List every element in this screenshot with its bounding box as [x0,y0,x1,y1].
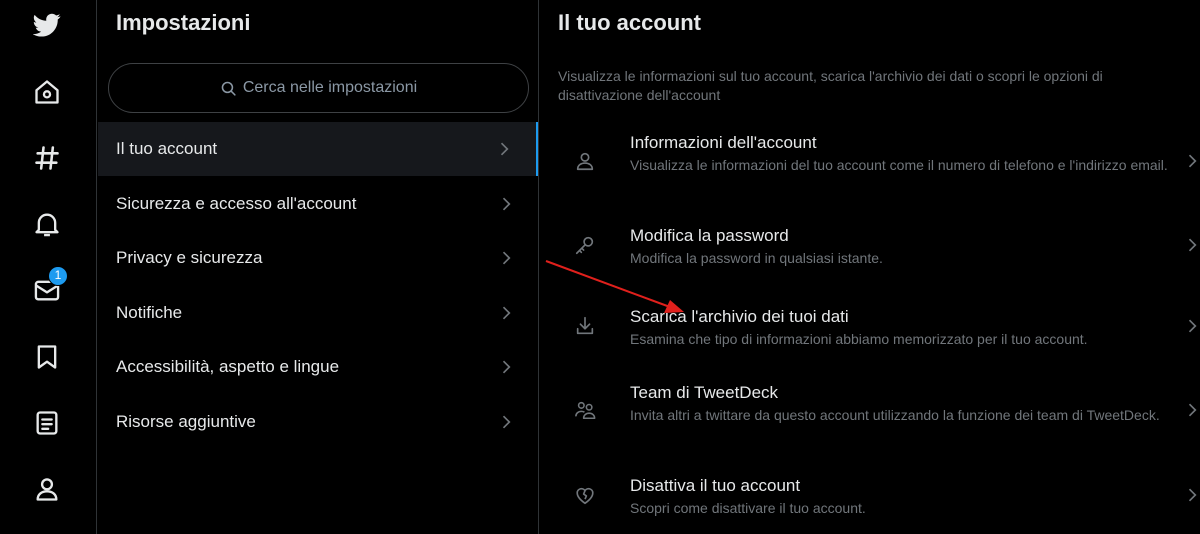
account-item-subtitle: Invita altri a twittare da questo accoun… [630,407,1160,423]
account-item-title: Modifica la password [630,226,789,245]
hashtag-icon[interactable] [27,138,67,178]
person-icon [576,152,594,171]
search-icon [221,81,236,96]
settings-item-label: Notifiche [116,303,183,322]
account-item-password[interactable]: Modifica la password Modifica la passwor… [540,226,1200,271]
people-icon [575,401,596,420]
settings-column: Impostazioni Cerca nelle impostazioni Il… [98,0,539,534]
account-item-download-archive[interactable]: Scarica l'archivio dei tuoi dati Esamina… [540,307,1200,352]
envelope-icon[interactable]: 1 [27,266,68,310]
settings-item-label: Accessibilità, aspetto e lingue [116,357,340,376]
account-item-subtitle: Scopri come disattivare il tuo account. [630,500,866,516]
account-title: Il tuo account [558,10,701,35]
bell-icon[interactable] [27,204,67,244]
settings-item-notifications[interactable]: Notifiche [98,286,538,340]
messages-badge: 1 [48,266,68,286]
settings-item-label: Sicurezza e accesso all'account [116,194,357,213]
download-icon [576,316,594,335]
account-item-title: Disattiva il tuo account [630,476,801,495]
chevron-right-icon [502,197,511,211]
settings-search-input[interactable]: Cerca nelle impostazioni [108,63,529,113]
broken-heart-icon [576,487,594,505]
chevron-right-icon [1188,238,1197,252]
chevron-right-icon [1188,154,1197,168]
account-item-title: Team di TweetDeck [630,383,779,402]
account-item-tweetdeck-teams[interactable]: Team di TweetDeck Invita altri a twittar… [540,383,1200,443]
key-icon [575,236,594,255]
chevron-right-icon [502,306,511,320]
primary-nav: 1 [0,0,97,534]
account-column: Il tuo account Visualizza le informazion… [540,0,1200,534]
account-item-subtitle: Modifica la password in qualsiasi istant… [630,250,883,266]
settings-title: Impostazioni [116,10,251,35]
settings-item-label: Risorse aggiuntive [116,412,256,431]
chevron-right-icon [1188,403,1197,417]
settings-item-label: Privacy e sicurezza [116,248,263,267]
account-item-subtitle: Visualizza le informazioni del tuo accou… [630,157,1168,173]
home-icon[interactable] [27,72,67,112]
settings-item-account[interactable]: Il tuo account [98,122,538,176]
account-description: Visualizza le informazioni sul tuo accou… [558,68,1103,103]
account-item-deactivate[interactable]: Disattiva il tuo account Scopri come dis… [540,476,1200,521]
list-icon[interactable] [27,403,67,443]
account-item-subtitle: Esamina che tipo di informazioni abbiamo… [630,331,1088,347]
chevron-right-icon [500,142,509,156]
account-item-info[interactable]: Informazioni dell'account Visualizza le … [540,133,1200,193]
twitter-logo-icon[interactable] [27,5,67,45]
settings-item-accessibility[interactable]: Accessibilità, aspetto e lingue [98,340,538,394]
chevron-right-icon [1188,319,1197,333]
search-placeholder: Cerca nelle impostazioni [242,79,418,96]
chevron-right-icon [502,415,511,429]
chevron-right-icon [502,360,511,374]
chevron-right-icon [1188,488,1197,502]
person-icon[interactable] [27,469,67,509]
account-item-title: Scarica l'archivio dei tuoi dati [630,307,849,326]
chevron-right-icon [502,251,511,265]
settings-item-resources[interactable]: Risorse aggiuntive [98,395,538,449]
account-item-title: Informazioni dell'account [630,133,817,152]
settings-item-label: Il tuo account [116,139,218,158]
settings-item-security[interactable]: Sicurezza e accesso all'account [98,177,538,231]
settings-item-privacy[interactable]: Privacy e sicurezza [98,231,538,285]
bookmark-icon[interactable] [27,337,67,377]
